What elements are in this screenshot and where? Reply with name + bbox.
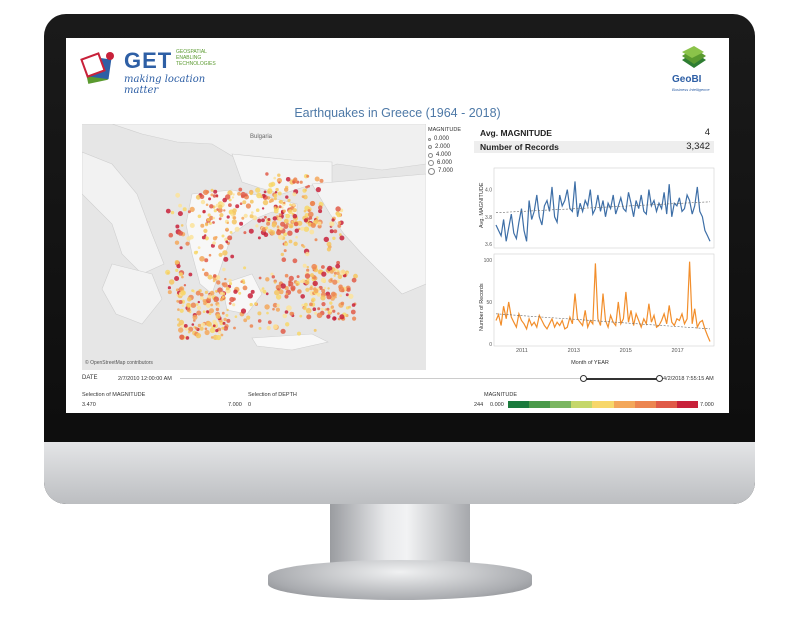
scale-swatch <box>550 401 572 408</box>
magnitude-scale-min: 0.000 <box>490 402 504 408</box>
legend-item: 4.000 <box>428 151 468 159</box>
y-tick-label: 4.0 <box>485 188 492 194</box>
x-tick-label: 2017 <box>671 348 683 354</box>
legend-item: 2.000 <box>428 143 468 151</box>
depth-min-value: 0 <box>248 402 252 408</box>
earthquake-map[interactable]: Bulgaria <box>81 123 427 370</box>
map-canvas: Bulgaria <box>81 123 427 370</box>
y-tick-label: 0 <box>489 342 492 348</box>
x-tick-label: 2015 <box>620 348 632 354</box>
dashboard-title: Earthquakes in Greece (1964 - 2018) <box>294 106 501 120</box>
date-end-value: 4/2/2018 7:55:15 AM <box>663 376 714 382</box>
get-logo-title: GET <box>124 48 173 73</box>
get-logo-subtitle: GEOSPATIAL ENABLING TECHNOLOGIES <box>176 49 216 67</box>
monitor-chin <box>44 442 755 504</box>
scale-swatch <box>655 401 677 408</box>
magnitude-min-value: 3.470 <box>82 402 96 408</box>
scale-swatch <box>571 401 593 408</box>
y-axis-label-number-of-records: Number of Records <box>479 283 485 331</box>
geobi-logo-subtitle: Business Intelligence <box>672 87 710 92</box>
date-start-value: 2/7/2010 12:00:00 AM <box>118 376 172 382</box>
depth-filter-label: Selection of DEPTH <box>248 392 297 398</box>
x-tick-label: 2013 <box>568 348 580 354</box>
get-logo-icon <box>80 52 114 84</box>
date-slider-range <box>583 378 661 380</box>
magnitude-legend: MAGNITUDE 0.000 2.000 4.000 6.000 7.000 <box>428 127 468 175</box>
date-slider-handle-end[interactable] <box>656 375 663 382</box>
scale-swatch <box>634 401 656 408</box>
legend-title: MAGNITUDE <box>428 127 461 133</box>
magnitude-scale-max: 7.000 <box>700 402 714 408</box>
y-tick-label: 100 <box>484 258 493 264</box>
geobi-logo: GeoBI Business Intelligence <box>672 46 714 94</box>
y-tick-label: 3.8 <box>485 215 492 221</box>
number-of-records-chart: 100 50 0 2011 2013 2015 2017 <box>484 258 711 354</box>
scale-swatch <box>592 401 614 408</box>
scale-swatch <box>676 401 698 408</box>
monitor-stand-base <box>268 560 532 600</box>
kpi-value: 3,342 <box>686 141 710 152</box>
legend-item: 6.000 <box>428 159 468 167</box>
legend-item: 7.000 <box>428 167 468 175</box>
monitor-stand-neck <box>330 504 470 566</box>
magnitude-max-value: 7.000 <box>228 402 242 408</box>
series-line[interactable] <box>495 261 711 342</box>
kpi-label: Avg. MAGNITUDE <box>480 128 552 138</box>
filter-controls: DATE 2/7/2010 12:00:00 AM 4/2/2018 7:55:… <box>66 372 729 413</box>
date-slider-track[interactable] <box>180 378 642 379</box>
x-axis-label: Month of YEAR <box>571 360 609 366</box>
dashboard-screen: GET GEOSPATIAL ENABLING TECHNOLOGIES mak… <box>66 38 729 413</box>
y-tick-label: 3.6 <box>485 242 492 248</box>
y-tick-label: 50 <box>486 300 492 306</box>
legend-item: 0.000 <box>428 135 468 143</box>
magnitude-color-scale <box>508 401 698 408</box>
scale-swatch <box>508 401 530 408</box>
kpi-avg-magnitude: Avg. MAGNITUDE 4 <box>474 127 714 139</box>
scale-swatch <box>529 401 551 408</box>
geobi-logo-icon <box>682 46 706 68</box>
magnitude-scale-label: MAGNITUDE <box>484 392 517 398</box>
magnitude-filter-label: Selection of MAGNITUDE <box>82 392 146 398</box>
get-logo: GET GEOSPATIAL ENABLING TECHNOLOGIES mak… <box>80 48 240 96</box>
kpi-label: Number of Records <box>480 142 559 152</box>
kpi-number-of-records: Number of Records 3,342 <box>474 141 714 153</box>
geobi-logo-title: GeoBI <box>672 74 702 85</box>
map-attribution: © OpenStreetMap contributors <box>85 360 153 366</box>
kpi-value: 4 <box>704 127 710 138</box>
map-label-bulgaria: Bulgaria <box>250 134 273 140</box>
avg-magnitude-chart: 4.0 3.8 3.6 <box>485 181 711 248</box>
time-series-charts[interactable]: Avg. MAGNITUDE Number of Records Month o… <box>474 166 716 376</box>
depth-max-value: 244 <box>474 402 484 408</box>
x-tick-label: 2011 <box>516 348 528 354</box>
get-logo-tagline: making location matter <box>124 74 206 96</box>
date-filter-label: DATE <box>82 375 98 381</box>
date-slider-handle-start[interactable] <box>580 375 587 382</box>
scale-swatch <box>613 401 635 408</box>
